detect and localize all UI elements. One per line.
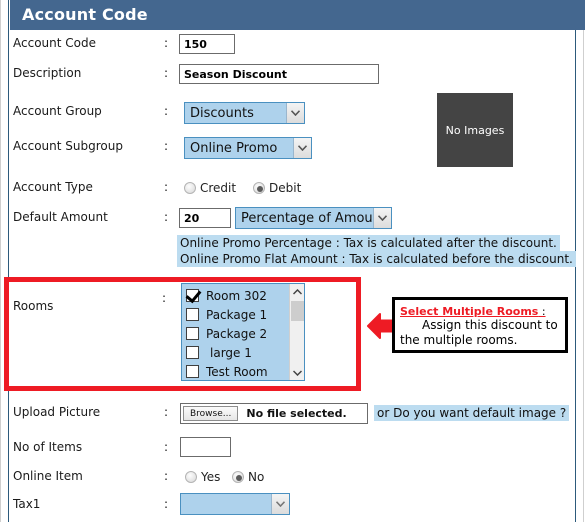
radio-circle-icon[interactable]	[185, 471, 197, 483]
annotation-title-text: Select Multiple Rooms	[400, 305, 539, 318]
account-type-radio-credit[interactable]: Credit	[184, 181, 236, 195]
default-amount-mode-value: Percentage of Amount	[241, 210, 373, 226]
online-item-no-label: No	[248, 470, 265, 484]
online-item-colon: :	[164, 469, 169, 483]
online-item-radio-no[interactable]: No	[232, 470, 264, 484]
annotation-note-box: Select Multiple Rooms : Assign this disc…	[392, 297, 568, 353]
account-subgroup-colon: :	[164, 139, 169, 153]
info-line-percentage: Online Promo Percentage : Tax is calcula…	[177, 235, 560, 251]
room-label: Package 1	[206, 307, 268, 322]
default-image-prompt[interactable]: or Do you want default image ?	[374, 405, 570, 421]
list-item[interactable]: Package 2	[186, 324, 289, 343]
description-colon: :	[164, 66, 169, 80]
field-row-default-amount: Default Amount : Percentage of Amount	[0, 207, 585, 232]
checkbox-icon[interactable]	[186, 327, 199, 340]
default-amount-mode-select[interactable]: Percentage of Amount	[235, 207, 392, 229]
radio-circle-icon[interactable]	[184, 182, 196, 194]
rooms-listbox[interactable]: Room 302 Package 1 Package 2 large 1 Tes…	[181, 283, 305, 381]
annotation-body: Assign this discount to the multiple roo…	[400, 318, 558, 347]
scrollbar-thumb[interactable]	[291, 301, 304, 321]
chevron-down-icon[interactable]	[293, 138, 311, 158]
tax1-colon: :	[164, 497, 169, 511]
page-title: Account Code	[22, 5, 148, 24]
field-row-account-code: Account Code :	[0, 34, 585, 58]
account-code-colon: :	[164, 36, 169, 50]
online-item-yes-label: Yes	[201, 470, 221, 484]
account-group-label: Account Group	[13, 104, 102, 118]
default-amount-label: Default Amount	[13, 210, 108, 224]
annotation-title: Select Multiple Rooms :	[400, 305, 560, 318]
default-amount-colon: :	[164, 210, 169, 224]
list-item[interactable]: Room 302	[186, 286, 289, 305]
image-placeholder-text: No Images	[445, 123, 505, 137]
upload-picture-colon: :	[164, 405, 169, 419]
checkbox-icon[interactable]	[186, 346, 199, 359]
description-input[interactable]	[179, 64, 379, 84]
account-subgroup-value: Online Promo	[190, 140, 278, 156]
form-panel: Account Code Account Code : Description …	[0, 0, 585, 522]
scroll-up-icon[interactable]	[290, 284, 304, 299]
room-label: Test Room	[206, 364, 268, 379]
account-type-label: Account Type	[13, 180, 93, 194]
checkbox-checked-icon[interactable]	[186, 289, 199, 302]
info-line-flat-amount: Online Promo Flat Amount : Tax is calcul…	[177, 251, 576, 267]
field-row-tax1: Tax1 :	[0, 493, 585, 519]
list-item[interactable]: large 1	[186, 343, 289, 362]
default-amount-input[interactable]	[179, 208, 231, 228]
tax1-select[interactable]	[180, 493, 290, 515]
checkbox-icon[interactable]	[186, 365, 199, 378]
list-item[interactable]: Package 1	[186, 305, 289, 324]
online-item-radio-yes[interactable]: Yes	[185, 470, 220, 484]
tax1-label: Tax1	[13, 497, 41, 511]
account-group-select[interactable]: Discounts	[184, 102, 305, 124]
account-subgroup-select[interactable]: Online Promo	[184, 137, 312, 159]
chevron-down-icon[interactable]	[271, 494, 289, 514]
image-placeholder: No Images	[437, 93, 513, 167]
file-upload-control[interactable]: Browse... No file selected.	[180, 403, 368, 424]
field-row-online-item: Online Item : Yes No	[0, 469, 585, 491]
account-type-colon: :	[164, 180, 169, 194]
checkbox-icon[interactable]	[186, 308, 199, 321]
upload-picture-label: Upload Picture	[13, 405, 101, 419]
file-status-text: No file selected.	[246, 407, 347, 420]
account-code-input[interactable]	[179, 34, 235, 54]
room-label: large 1	[210, 345, 252, 360]
rooms-scrollbar[interactable]	[289, 284, 304, 380]
field-row-description: Description :	[0, 64, 585, 88]
chevron-down-icon[interactable]	[286, 103, 304, 123]
account-group-colon: :	[164, 104, 169, 118]
rooms-label: Rooms	[13, 299, 54, 313]
browse-button[interactable]: Browse...	[183, 406, 239, 421]
account-type-debit-label: Debit	[269, 181, 302, 195]
account-group-value: Discounts	[190, 105, 254, 121]
list-item[interactable]: Test Room	[186, 362, 289, 380]
field-row-no-of-items: No of Items :	[0, 437, 585, 462]
annotation-title-colon: :	[538, 305, 546, 318]
radio-circle-selected-icon[interactable]	[232, 471, 244, 483]
account-code-label: Account Code	[13, 36, 96, 50]
chevron-down-icon[interactable]	[373, 208, 391, 228]
account-type-credit-label: Credit	[200, 181, 237, 195]
room-label: Room 302	[206, 288, 267, 303]
radio-circle-selected-icon[interactable]	[253, 182, 265, 194]
description-label: Description	[13, 66, 82, 80]
no-of-items-label: No of Items	[13, 440, 83, 454]
field-row-account-type: Account Type : Credit Debit	[0, 180, 585, 202]
online-item-label: Online Item	[13, 469, 83, 483]
no-of-items-input[interactable]	[180, 437, 231, 457]
rooms-colon: :	[162, 291, 167, 305]
account-type-radio-debit[interactable]: Debit	[253, 181, 301, 195]
room-label: Package 2	[206, 326, 268, 341]
account-subgroup-label: Account Subgroup	[13, 139, 123, 153]
scroll-down-icon[interactable]	[290, 365, 304, 380]
rooms-list[interactable]: Room 302 Package 1 Package 2 large 1 Tes…	[182, 284, 289, 380]
no-of-items-colon: :	[164, 440, 169, 454]
panel-header: Account Code	[10, 0, 585, 30]
